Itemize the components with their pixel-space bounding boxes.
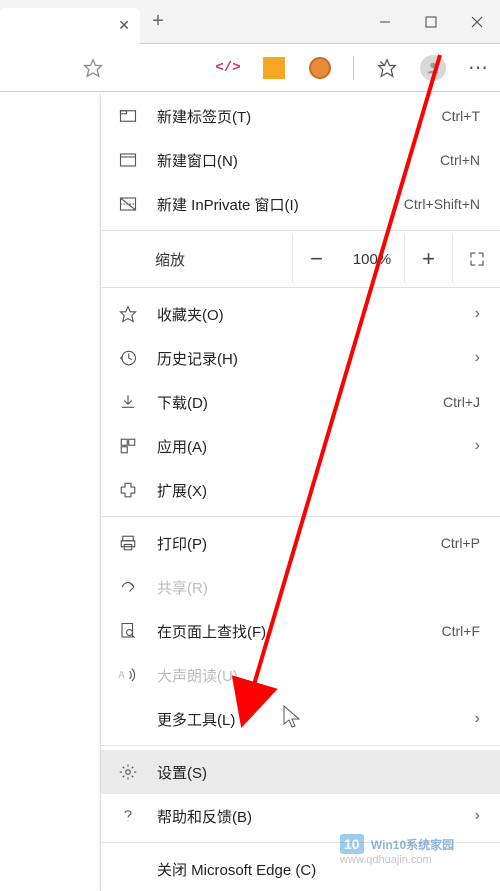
extension-square-icon[interactable] xyxy=(261,55,287,81)
profile-avatar[interactable] xyxy=(420,55,446,81)
extensions-icon xyxy=(117,479,139,501)
extension-circle-icon[interactable] xyxy=(307,55,333,81)
new-tab-button[interactable]: + xyxy=(140,10,176,33)
menu-label: 新建 InPrivate 窗口(I) xyxy=(157,194,386,215)
menu-print[interactable]: 打印(P) Ctrl+P xyxy=(101,521,500,565)
menu-new-inprivate[interactable]: 新建 InPrivate 窗口(I) Ctrl+Shift+N xyxy=(101,182,500,226)
menu-extensions[interactable]: 扩展(X) xyxy=(101,468,500,512)
blank-icon xyxy=(117,708,139,730)
collections-star-icon[interactable] xyxy=(374,55,400,81)
menu-more-tools[interactable]: 更多工具(L) › xyxy=(101,697,500,741)
new-window-icon xyxy=(117,149,139,171)
close-tab-icon[interactable]: ✕ xyxy=(118,17,130,34)
menu-help[interactable]: 帮助和反馈(B) › xyxy=(101,794,500,838)
menu-zoom: 缩放 − 100% + xyxy=(101,235,500,283)
menu-label: 共享(R) xyxy=(157,577,480,598)
minimize-button[interactable] xyxy=(362,0,408,44)
menu-shortcut: Ctrl+F xyxy=(442,623,481,639)
menu-downloads[interactable]: 下载(D) Ctrl+J xyxy=(101,380,500,424)
chevron-right-icon: › xyxy=(475,305,480,323)
blank-icon xyxy=(117,858,139,880)
menu-shortcut: Ctrl+J xyxy=(443,394,480,410)
toolbar: </> ⋯ xyxy=(0,44,500,92)
menu-history[interactable]: 历史记录(H) › xyxy=(101,336,500,380)
menu-label: 大声朗读(U) xyxy=(157,665,480,686)
menu-new-tab[interactable]: 新建标签页(T) Ctrl+T xyxy=(101,94,500,138)
find-icon xyxy=(117,620,139,642)
settings-menu: 新建标签页(T) Ctrl+T 新建窗口(N) Ctrl+N 新建 InPriv… xyxy=(100,94,500,891)
menu-divider xyxy=(101,230,500,231)
menu-label: 应用(A) xyxy=(157,436,457,457)
menu-label: 新建窗口(N) xyxy=(157,150,422,171)
menu-divider xyxy=(101,745,500,746)
menu-label: 打印(P) xyxy=(157,533,423,554)
chevron-right-icon: › xyxy=(475,349,480,367)
menu-find[interactable]: 在页面上查找(F) Ctrl+F xyxy=(101,609,500,653)
chevron-right-icon: › xyxy=(475,807,480,825)
menu-shortcut: Ctrl+T xyxy=(442,108,481,124)
print-icon xyxy=(117,532,139,554)
menu-shortcut: Ctrl+P xyxy=(441,535,480,551)
apps-icon xyxy=(117,435,139,457)
downloads-icon xyxy=(117,391,139,413)
browser-tab[interactable]: ✕ xyxy=(0,8,140,44)
menu-favorites[interactable]: 收藏夹(O) › xyxy=(101,292,500,336)
chevron-right-icon: › xyxy=(475,710,480,728)
watermark-badge: 10 xyxy=(340,834,364,854)
titlebar: ✕ + xyxy=(0,0,500,44)
menu-new-window[interactable]: 新建窗口(N) Ctrl+N xyxy=(101,138,500,182)
menu-label: 下载(D) xyxy=(157,392,425,413)
close-window-button[interactable] xyxy=(454,0,500,44)
settings-gear-icon xyxy=(117,761,139,783)
menu-shortcut: Ctrl+Shift+N xyxy=(404,196,480,212)
menu-label: 在页面上查找(F) xyxy=(157,621,424,642)
menu-label: 帮助和反馈(B) xyxy=(157,806,457,827)
new-tab-icon xyxy=(117,105,139,127)
fullscreen-button[interactable] xyxy=(452,235,500,283)
menu-read-aloud: A 大声朗读(U) xyxy=(101,653,500,697)
menu-divider xyxy=(101,287,500,288)
chevron-right-icon: › xyxy=(475,437,480,455)
history-icon xyxy=(117,347,139,369)
share-icon xyxy=(117,576,139,598)
menu-label: 扩展(X) xyxy=(157,480,480,501)
devtools-icon[interactable]: </> xyxy=(215,55,241,81)
menu-divider xyxy=(101,516,500,517)
watermark: 10 Win10系统家园 www.qdhuajin.com xyxy=(340,834,492,866)
menu-label: 收藏夹(O) xyxy=(157,304,457,325)
menu-label: 更多工具(L) xyxy=(157,709,457,730)
favorites-icon xyxy=(117,303,139,325)
zoom-out-button[interactable]: − xyxy=(292,235,340,283)
menu-apps[interactable]: 应用(A) › xyxy=(101,424,500,468)
inprivate-icon xyxy=(117,193,139,215)
menu-label: 设置(S) xyxy=(157,762,480,783)
window-controls xyxy=(362,0,500,44)
zoom-in-button[interactable]: + xyxy=(404,235,452,283)
more-menu-button[interactable]: ⋯ xyxy=(466,55,492,81)
svg-text:A: A xyxy=(118,670,125,681)
menu-label: 历史记录(H) xyxy=(157,348,457,369)
favorite-star-icon[interactable] xyxy=(80,55,106,81)
menu-shortcut: Ctrl+N xyxy=(440,152,480,168)
zoom-label: 缩放 xyxy=(155,249,185,270)
zoom-value: 100% xyxy=(340,251,404,268)
read-aloud-icon: A xyxy=(117,664,139,686)
menu-label: 新建标签页(T) xyxy=(157,106,424,127)
watermark-url: www.qdhuajin.com xyxy=(340,854,492,866)
menu-share: 共享(R) xyxy=(101,565,500,609)
help-icon xyxy=(117,805,139,827)
maximize-button[interactable] xyxy=(408,0,454,44)
menu-settings[interactable]: 设置(S) xyxy=(101,750,500,794)
watermark-title: Win10系统家园 xyxy=(371,838,454,852)
